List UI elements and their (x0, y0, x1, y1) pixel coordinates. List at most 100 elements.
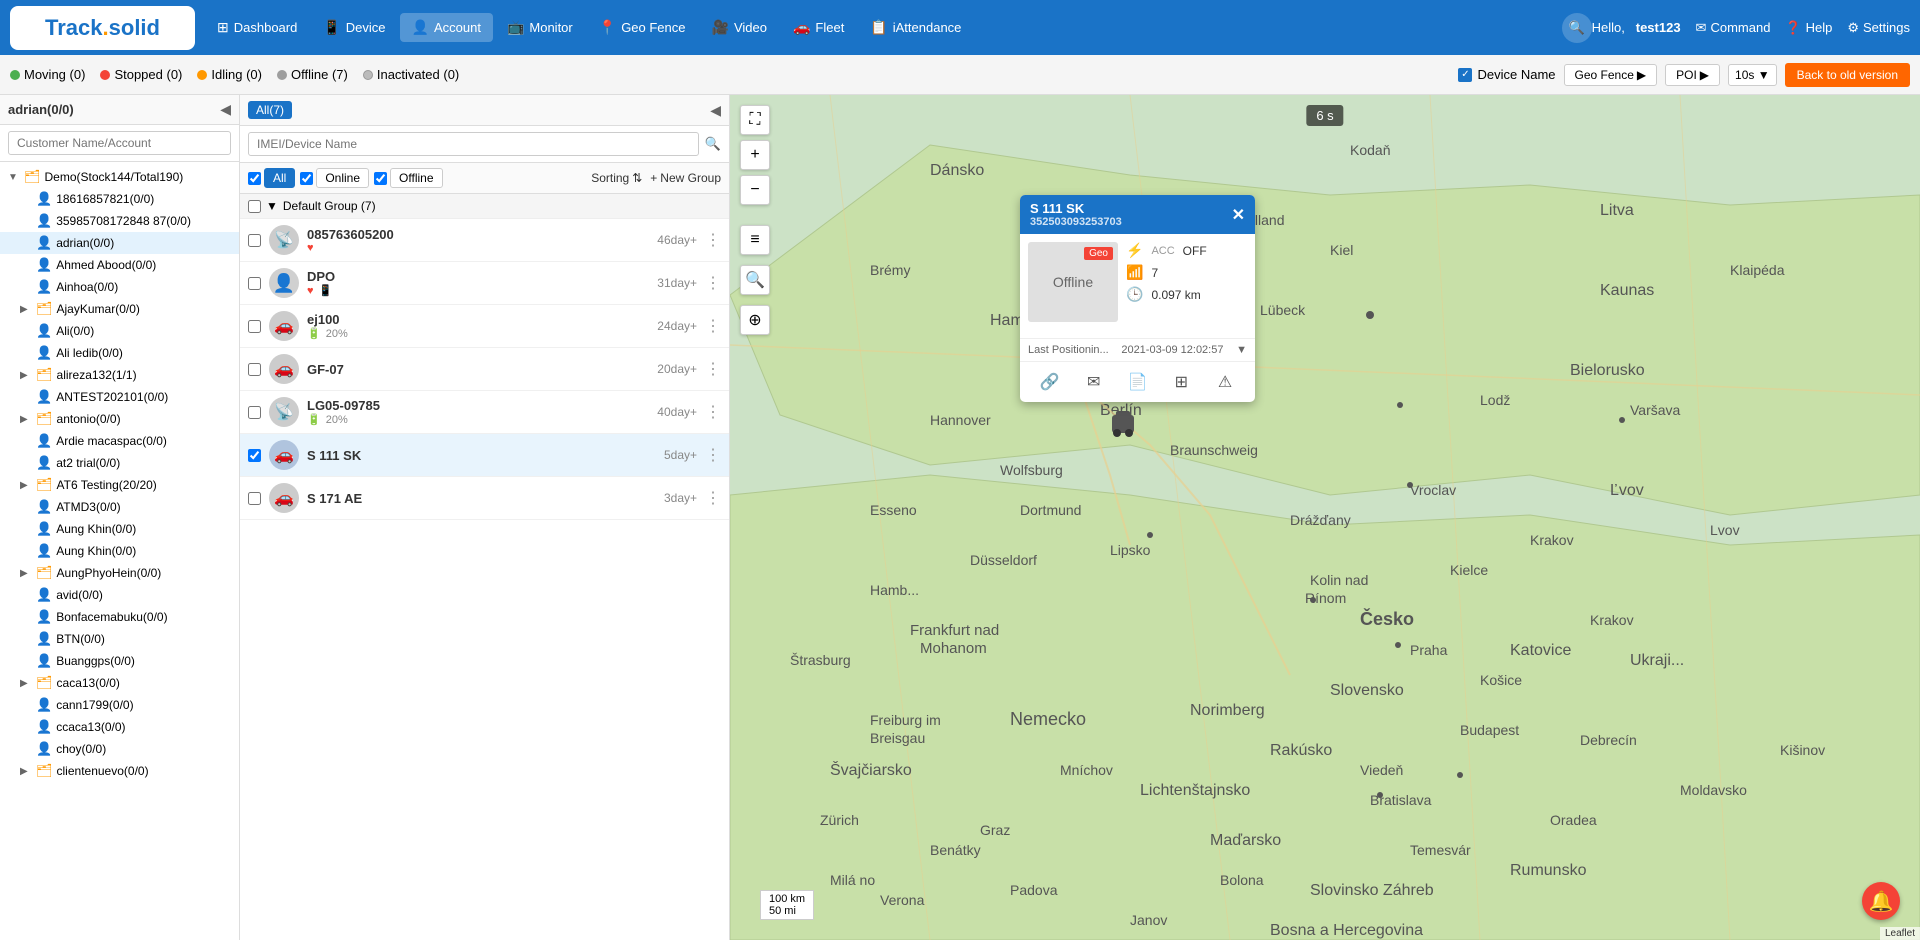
device-search-icon[interactable]: 🔍 (705, 136, 721, 152)
tree-item-at2[interactable]: 👤 at2 trial(0/0) (0, 452, 239, 474)
tree-item-aungkhin2[interactable]: 👤 Aung Khin(0/0) (0, 540, 239, 562)
group-checkbox[interactable] (248, 200, 261, 213)
tree-item-ccaca13[interactable]: 👤 ccaca13(0/0) (0, 716, 239, 738)
tree-item-caca13[interactable]: ▶ 🗂 caca13(0/0) (0, 672, 239, 694)
action-alert-button[interactable]: ⚠ (1211, 368, 1239, 396)
nav-device[interactable]: 📱 Device (311, 13, 397, 42)
map-layers-button[interactable]: ≡ (740, 225, 770, 255)
filter-all-chip[interactable]: All (264, 168, 295, 188)
tree-item-at6[interactable]: ▶ 🗂 AT6 Testing(20/20) (0, 474, 239, 496)
nav-geo-fence[interactable]: 📍 Geo Fence (587, 13, 698, 42)
tree-item-antonio[interactable]: ▶ 🗂 antonio(0/0) (0, 408, 239, 430)
map-zoom-in-button[interactable]: + (740, 140, 770, 170)
tree-item-aliledib[interactable]: 👤 Ali ledib(0/0) (0, 342, 239, 364)
tree-item-buanggps[interactable]: 👤 Buanggps(0/0) (0, 650, 239, 672)
device-row[interactable]: 🚗 GF-07 20day+ ⋮ (240, 348, 729, 391)
status-moving[interactable]: Moving (0) (10, 67, 85, 82)
tree-item-avid[interactable]: 👤 avid(0/0) (0, 584, 239, 606)
map-area[interactable]: Dánsko Kodaň Šjælland Brémy Hamburg Lübe… (730, 95, 1920, 940)
tree-item-bonfacemabuku[interactable]: 👤 Bonfacemabuku(0/0) (0, 606, 239, 628)
filter-offline-checkbox[interactable] (374, 172, 387, 185)
new-group-button[interactable]: + New Group (650, 171, 721, 185)
status-inactivated[interactable]: Inactivated (0) (363, 67, 459, 82)
tree-item-ali[interactable]: 👤 Ali(0/0) (0, 320, 239, 342)
nav-monitor[interactable]: 📺 Monitor (495, 13, 585, 42)
sidebar-search-input[interactable] (8, 131, 231, 155)
filter-online-chip[interactable]: Online (316, 168, 369, 188)
action-link-button[interactable]: 🔗 (1036, 368, 1064, 396)
device-checkbox[interactable] (248, 449, 261, 462)
device-menu-button[interactable]: ⋮ (705, 402, 721, 422)
action-grid-button[interactable]: ⊞ (1167, 368, 1195, 396)
notification-bell[interactable]: 🔔 (1862, 882, 1900, 920)
tree-item-aungkhin1[interactable]: 👤 Aung Khin(0/0) (0, 518, 239, 540)
help-link[interactable]: ❓ Help (1785, 20, 1832, 36)
search-button[interactable]: 🔍 (1562, 13, 1592, 43)
device-menu-button[interactable]: ⋮ (705, 230, 721, 250)
device-menu-button[interactable]: ⋮ (705, 488, 721, 508)
tree-item-18616[interactable]: 👤 18616857821(0/0) (0, 188, 239, 210)
status-stopped[interactable]: Stopped (0) (100, 67, 182, 82)
action-email-button[interactable]: ✉ (1080, 368, 1108, 396)
tree-item-alireza[interactable]: ▶ 🗂 alireza132(1/1) (0, 364, 239, 386)
filter-online-checkbox[interactable] (300, 172, 313, 185)
tree-item-antest[interactable]: 👤 ANTEST202101(0/0) (0, 386, 239, 408)
device-row[interactable]: 🚗 ej100 🔋 20% 24day+ ⋮ (240, 305, 729, 348)
tree-item-clientenuevo[interactable]: ▶ 🗂 clientenuevo(0/0) (0, 760, 239, 782)
map-fullscreen-button[interactable]: ⛶ (740, 105, 770, 135)
tree-item-ahmed[interactable]: 👤 Ahmed Abood(0/0) (0, 254, 239, 276)
status-offline[interactable]: Offline (7) (277, 67, 348, 82)
expand-icon[interactable]: ▼ (1236, 344, 1247, 356)
tree-item-choy[interactable]: 👤 choy(0/0) (0, 738, 239, 760)
tree-item-cann1799[interactable]: 👤 cann1799(0/0) (0, 694, 239, 716)
device-menu-button[interactable]: ⋮ (705, 316, 721, 336)
device-name-toggle[interactable]: ✓ Device Name (1458, 67, 1555, 82)
nav-iattendance[interactable]: 📋 iAttendance (858, 13, 973, 42)
nav-video[interactable]: 🎥 Video (700, 13, 779, 42)
filter-offline-chip[interactable]: Offline (390, 168, 442, 188)
tree-item-atmd3[interactable]: 👤 ATMD3(0/0) (0, 496, 239, 518)
device-checkbox[interactable] (248, 363, 261, 376)
device-search-input[interactable] (248, 132, 699, 156)
back-old-version-button[interactable]: Back to old version (1785, 63, 1910, 87)
popup-close-button[interactable]: ✕ (1232, 205, 1245, 225)
status-idling[interactable]: Idling (0) (197, 67, 262, 82)
map-zoom-out-button[interactable]: − (740, 175, 770, 205)
geo-fence-button[interactable]: Geo Fence ▶ (1564, 64, 1658, 86)
device-checkbox[interactable] (248, 492, 261, 505)
tree-item-demo[interactable]: ▼ 🗂 Demo(Stock144/Total190) (0, 166, 239, 188)
nav-fleet[interactable]: 🚗 Fleet (781, 13, 856, 42)
device-menu-button[interactable]: ⋮ (705, 273, 721, 293)
device-row[interactable]: 🚗 S 171 AE 3day+ ⋮ (240, 477, 729, 520)
nav-account[interactable]: 👤 Account (400, 13, 493, 42)
sidebar-collapse-button[interactable]: ◀ (220, 101, 231, 118)
settings-link[interactable]: ⚙ Settings (1847, 20, 1910, 36)
interval-select[interactable]: 10s ▼ (1728, 64, 1777, 86)
command-link[interactable]: ✉ Command (1696, 20, 1771, 36)
device-checkbox[interactable] (248, 277, 261, 290)
tree-item-ajaykumar[interactable]: ▶ 🗂 AjayKumar(0/0) (0, 298, 239, 320)
device-row[interactable]: 📡 085763605200 ♥ 46day+ ⋮ (240, 219, 729, 262)
tree-item-ardie[interactable]: 👤 Ardie macaspac(0/0) (0, 430, 239, 452)
tree-item-btn[interactable]: 👤 BTN(0/0) (0, 628, 239, 650)
device-row[interactable]: 👤 DPO ♥ 📱 31day+ ⋮ (240, 262, 729, 305)
nav-dashboard[interactable]: ⊞ Dashboard (205, 13, 309, 42)
device-checkbox[interactable] (248, 406, 261, 419)
device-menu-button[interactable]: ⋮ (705, 359, 721, 379)
map-geofence-button[interactable]: 🔍 (740, 265, 770, 295)
device-row[interactable]: 📡 LG05-09785 🔋 20% 40day+ ⋮ (240, 391, 729, 434)
tree-item-ainhoa[interactable]: 👤 Ainhoa(0/0) (0, 276, 239, 298)
tree-item-adrian[interactable]: 👤 adrian(0/0) (0, 232, 239, 254)
tree-item-35985[interactable]: 👤 35985708172848 87(0/0) (0, 210, 239, 232)
device-row-s111sk[interactable]: 🚗 S 111 SK 5day+ ⋮ (240, 434, 729, 477)
poi-button[interactable]: POI ▶ (1665, 64, 1720, 86)
action-document-button[interactable]: 📄 (1123, 368, 1151, 396)
device-checkbox[interactable] (248, 234, 261, 247)
sort-button[interactable]: Sorting ⇅ (591, 171, 642, 185)
device-checkbox[interactable] (248, 320, 261, 333)
device-menu-button[interactable]: ⋮ (705, 445, 721, 465)
device-panel-collapse[interactable]: ◀ (710, 102, 721, 119)
map-cluster-button[interactable]: ⊕ (740, 305, 770, 335)
tree-item-aungphyo[interactable]: ▶ 🗂 AungPhyoHein(0/0) (0, 562, 239, 584)
filter-all-checkbox[interactable] (248, 172, 261, 185)
